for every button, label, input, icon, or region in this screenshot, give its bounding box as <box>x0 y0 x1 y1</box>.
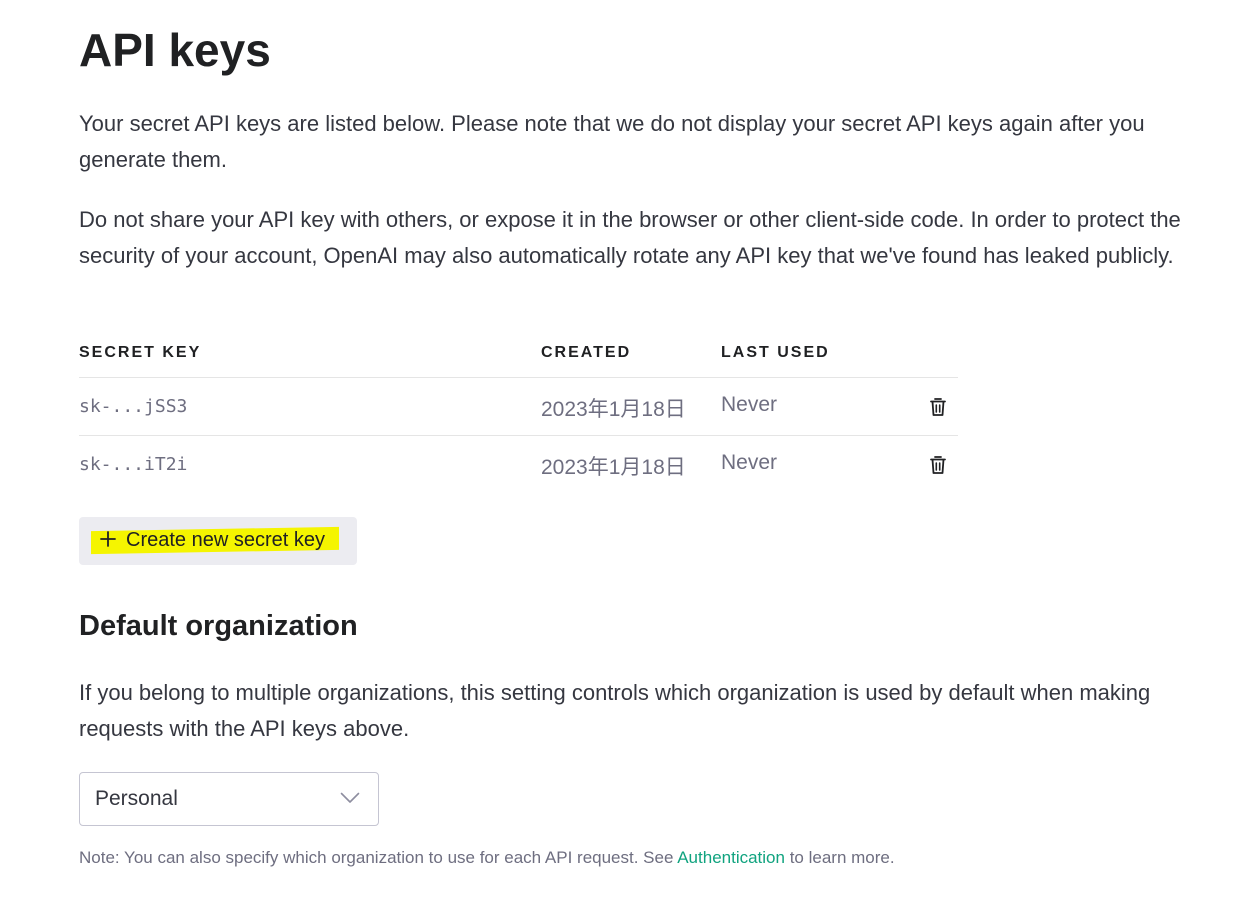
create-button-label: Create new secret key <box>126 529 325 551</box>
trash-icon[interactable] <box>929 397 947 417</box>
chevron-down-icon <box>340 792 360 803</box>
authentication-link[interactable]: Authentication <box>677 848 785 867</box>
page-title: API keys <box>79 24 271 76</box>
secret-key-value: sk-...jSS3 <box>79 396 188 417</box>
trash-icon[interactable] <box>929 455 947 475</box>
last-used-value: Never <box>721 393 778 416</box>
created-date: 2023年1月18日 <box>541 456 686 479</box>
table-header: SECRET KEY CREATED LAST USED <box>79 334 958 378</box>
intro-text: Your secret API keys are listed below. P… <box>79 111 1145 172</box>
header-secret-key: SECRET KEY <box>79 344 202 361</box>
secret-key-value: sk-...iT2i <box>79 454 188 475</box>
note-suffix: to learn more. <box>784 848 895 867</box>
created-date: 2023年1月18日 <box>541 398 686 421</box>
organization-note: Note: You can also specify which organiz… <box>79 848 895 868</box>
plus-icon <box>100 531 116 547</box>
last-used-value: Never <box>721 451 778 474</box>
create-new-secret-key-button[interactable]: Create new secret key <box>79 517 357 565</box>
header-created: CREATED <box>541 344 632 361</box>
table-row: sk-...jSS3 2023年1月18日 Never <box>79 378 958 436</box>
table-row: sk-...iT2i 2023年1月18日 Never <box>79 436 958 493</box>
organization-select-value: Personal <box>95 787 178 810</box>
note-prefix: Note: You can also specify which organiz… <box>79 848 678 867</box>
warning-text: Do not share your API key with others, o… <box>79 207 1181 268</box>
organization-select[interactable]: Personal <box>79 772 379 826</box>
header-last-used: LAST USED <box>721 344 830 361</box>
default-organization-description: If you belong to multiple organizations,… <box>79 680 1151 741</box>
default-organization-heading: Default organization <box>79 610 358 642</box>
api-keys-table: SECRET KEY CREATED LAST USED sk-...jSS3 … <box>79 334 958 493</box>
